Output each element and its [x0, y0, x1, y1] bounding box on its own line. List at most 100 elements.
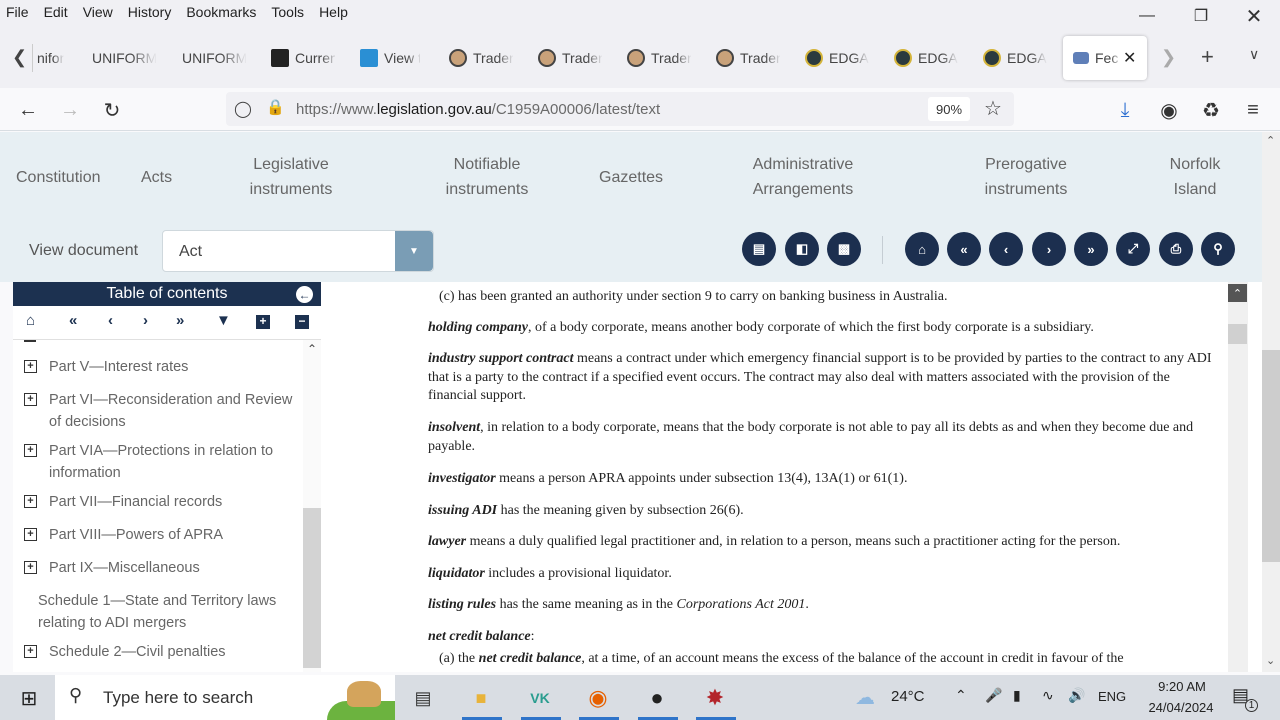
volume-icon[interactable]: 🔊: [1068, 687, 1085, 704]
toc-next-icon[interactable]: ›: [143, 312, 148, 329]
previous-button[interactable]: ‹: [989, 232, 1023, 266]
menu-bookmarks[interactable]: Bookmarks: [186, 4, 256, 20]
expand-icon[interactable]: +: [24, 444, 37, 457]
toc-item[interactable]: + Part IX—Miscellaneous: [13, 557, 303, 579]
language-indicator[interactable]: ENG: [1098, 689, 1126, 704]
obs-button[interactable]: ●: [642, 683, 672, 713]
nav-gazettes[interactable]: Gazettes: [599, 165, 663, 190]
print-button[interactable]: ⎙: [1159, 232, 1193, 266]
battery-icon[interactable]: ▮: [1013, 687, 1021, 704]
toc-item-label[interactable]: Part V—Interest rates: [49, 356, 299, 378]
downloads-button[interactable]: ⤓: [1109, 94, 1141, 126]
tab[interactable]: EDGA: [894, 36, 958, 80]
reload-button[interactable]: ↻: [96, 94, 128, 126]
nav-administrative-arrangements[interactable]: Administrative Arrangements: [745, 152, 861, 202]
wifi-icon[interactable]: ∿: [1042, 687, 1054, 704]
new-tab-icon[interactable]: +: [1201, 44, 1214, 70]
tab[interactable]: Trader: [538, 36, 602, 80]
first-button[interactable]: «: [947, 232, 981, 266]
account-button[interactable]: ◉: [1153, 94, 1185, 126]
task-view-button[interactable]: ▤: [408, 683, 438, 713]
collapse-all-icon[interactable]: −: [295, 315, 309, 329]
expand-button[interactable]: ⤢: [1116, 232, 1150, 266]
tabs-scroll-left-icon[interactable]: ❮: [12, 47, 27, 68]
tab[interactable]: Trader: [716, 36, 780, 80]
nav-norfolk-island[interactable]: Norfolk Island: [1164, 152, 1226, 202]
search-button[interactable]: ⚲: [1201, 232, 1235, 266]
dropdown-caret-icon[interactable]: ▼: [395, 231, 433, 271]
expand-icon[interactable]: +: [24, 495, 37, 508]
back-button[interactable]: ←: [12, 94, 44, 126]
tab[interactable]: EDGA: [983, 36, 1047, 80]
nav-acts[interactable]: Acts: [141, 165, 172, 190]
toc-item-label[interactable]: Schedule 2—Civil penalties: [49, 641, 299, 663]
scroll-down-icon[interactable]: ⌄: [1266, 654, 1275, 667]
toc-item[interactable]: + Part V—Interest rates: [13, 356, 303, 378]
toc-item-label[interactable]: Part VI—Reconsideration and Review of de…: [49, 389, 299, 433]
expand-icon[interactable]: +: [24, 528, 37, 541]
toc-item-label[interactable]: Schedule 1—State and Territory laws rela…: [38, 590, 293, 634]
last-button[interactable]: »: [1074, 232, 1108, 266]
toc-item[interactable]: + Part VI—Reconsideration and Review of d…: [13, 389, 303, 433]
vk-app-button[interactable]: VK: [525, 683, 555, 713]
forward-button[interactable]: →: [54, 94, 86, 126]
toc-item-label[interactable]: Part IX—Miscellaneous: [49, 557, 299, 579]
tab[interactable]: View t: [360, 36, 420, 80]
toc-last-icon[interactable]: »: [176, 312, 184, 329]
act-reference[interactable]: Corporations Act 2001: [677, 597, 806, 612]
filter-icon[interactable]: ▼: [216, 312, 231, 329]
toc-item[interactable]: Schedule 1—State and Territory laws rela…: [13, 590, 303, 634]
bookmark-star-icon[interactable]: ☆: [984, 96, 1002, 121]
menu-history[interactable]: History: [128, 4, 172, 20]
collapse-toc-icon[interactable]: ←: [296, 286, 313, 303]
tab[interactable]: UNIFORM: [92, 36, 156, 80]
toc-first-icon[interactable]: «: [69, 312, 77, 329]
toc-item[interactable]: + Part VIA—Protections in relation to inf…: [13, 440, 303, 484]
download-file-button[interactable]: ▩: [827, 232, 861, 266]
shield-icon[interactable]: ◯: [234, 99, 252, 119]
home-button[interactable]: ⌂: [905, 232, 939, 266]
page-scrollbar-thumb[interactable]: [1262, 350, 1280, 562]
scroll-up-icon[interactable]: ⌃: [1266, 134, 1275, 147]
lock-icon[interactable]: 🔒: [266, 98, 285, 116]
taskbar-search[interactable]: ⚲ Type here to search: [55, 675, 395, 720]
menu-tools[interactable]: Tools: [271, 4, 304, 20]
firefox-button[interactable]: ◉: [583, 683, 613, 713]
toc-scroll-up-icon[interactable]: ⌃: [307, 342, 317, 356]
file-explorer-button[interactable]: ■: [466, 683, 496, 713]
expand-icon[interactable]: +: [24, 360, 37, 373]
menu-file[interactable]: File: [6, 4, 29, 20]
tabs-scroll-right-icon[interactable]: ❯: [1161, 47, 1176, 68]
tab[interactable]: nifor: [37, 36, 71, 80]
tab[interactable]: EDGA: [805, 36, 869, 80]
expand-icon[interactable]: +: [24, 645, 37, 658]
url-text[interactable]: https://www.legislation.gov.au/C1959A000…: [296, 101, 660, 118]
app-menu-button[interactable]: ≡: [1237, 94, 1269, 126]
toc-item[interactable]: + Part VII—Financial records: [13, 491, 303, 513]
toc-item[interactable]: + Part VIII—Powers of APRA: [13, 524, 303, 546]
close-tab-icon[interactable]: ✕: [1123, 48, 1136, 68]
tab[interactable]: Trader: [449, 36, 513, 80]
start-button[interactable]: ⊞: [14, 683, 44, 713]
toc-item-label[interactable]: Part VII—Financial records: [49, 491, 299, 513]
toc-scrollbar[interactable]: ⌃: [303, 340, 321, 672]
toc-item-label[interactable]: Part VIA—Protections in relation to info…: [49, 440, 299, 484]
tab[interactable]: Trader: [627, 36, 691, 80]
url-bar[interactable]: ◯ 🔒 https://www.legislation.gov.au/C1959…: [226, 92, 1014, 126]
next-button[interactable]: ›: [1032, 232, 1066, 266]
download-word-button[interactable]: ▤: [742, 232, 776, 266]
tab-active[interactable]: Fec ✕: [1063, 36, 1147, 80]
expand-all-icon[interactable]: +: [256, 315, 270, 329]
zoom-level-button[interactable]: 90%: [928, 97, 970, 121]
menu-help[interactable]: Help: [319, 4, 348, 20]
download-pdf-button[interactable]: ◧: [785, 232, 819, 266]
toc-item-label[interactable]: Part VIII—Powers of APRA: [49, 524, 299, 546]
expand-icon[interactable]: +: [24, 561, 37, 574]
weather-icon[interactable]: ☁: [855, 685, 875, 710]
clock-time[interactable]: 9:20 AM: [1152, 679, 1212, 694]
document-scrollbar-thumb[interactable]: [1228, 324, 1247, 344]
toc-previous-icon[interactable]: ‹: [108, 312, 113, 329]
nav-constitution[interactable]: Constitution: [16, 165, 101, 190]
nav-prerogative-instruments[interactable]: Prerogative instruments: [976, 152, 1076, 202]
extensions-button[interactable]: ♻: [1195, 94, 1227, 126]
